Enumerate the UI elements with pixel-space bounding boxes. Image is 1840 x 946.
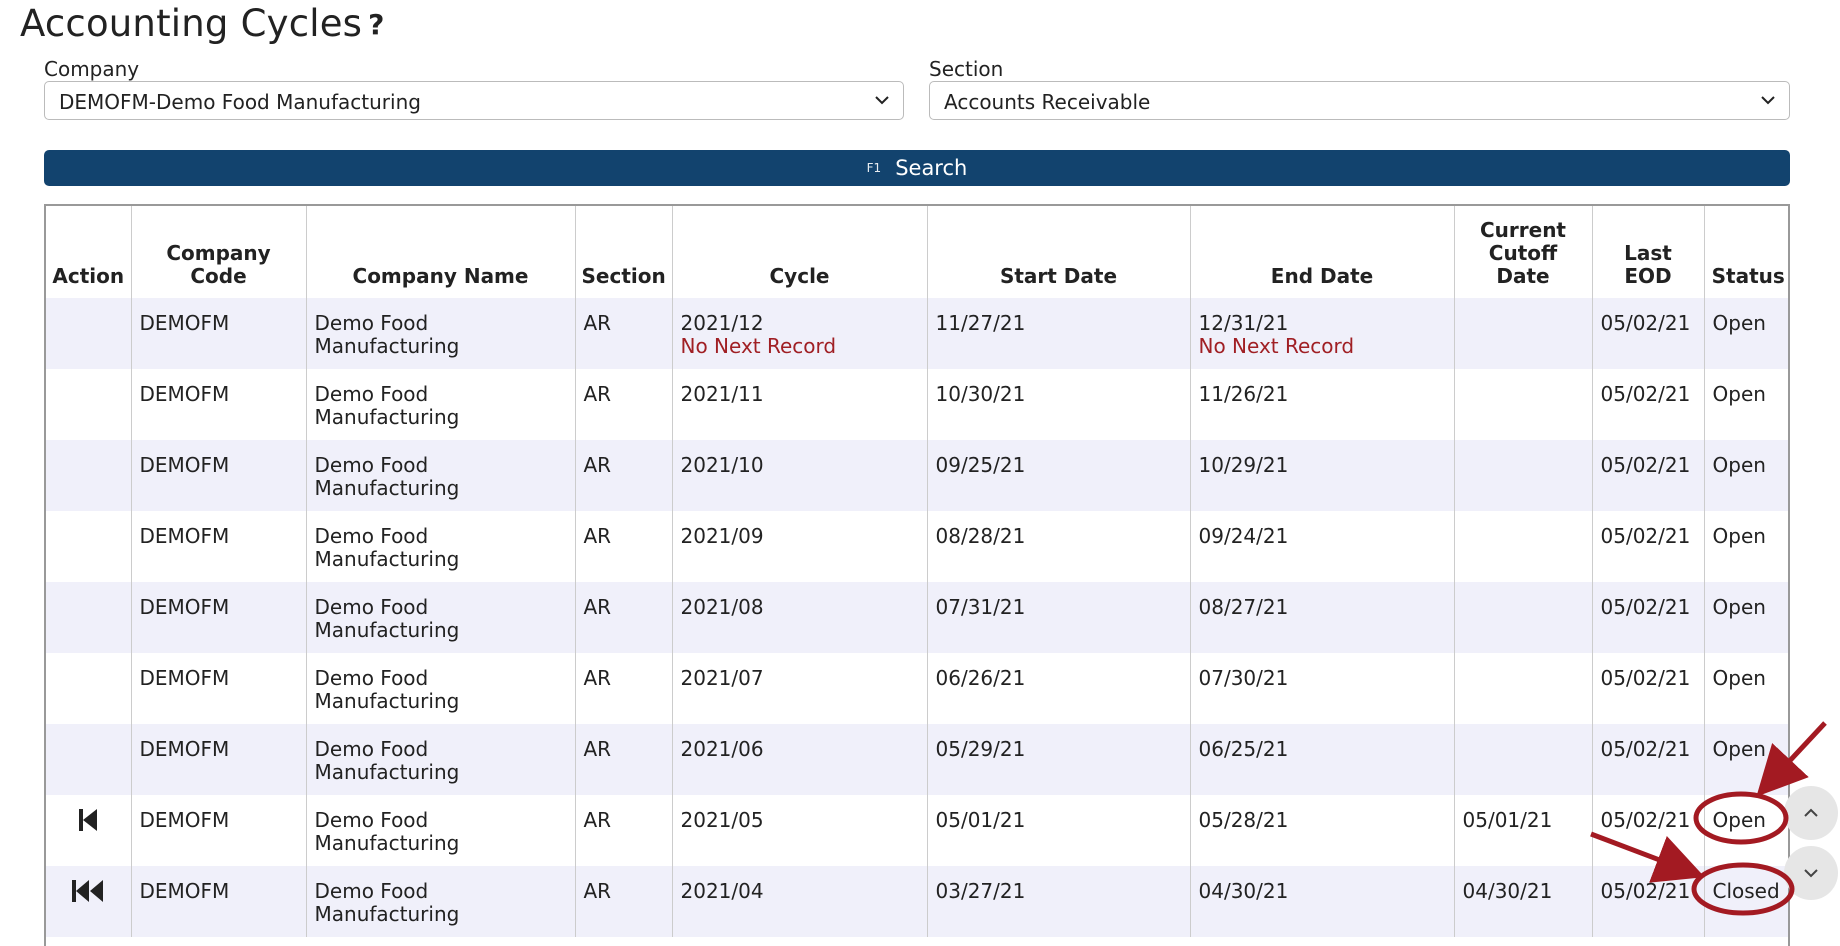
closed-status-highlight	[1691, 862, 1795, 916]
annotation-overlay	[1590, 721, 1827, 916]
open-status-highlight	[1693, 791, 1789, 845]
arrow-to-open-status	[1756, 721, 1827, 797]
arrow-to-closed-status	[1590, 831, 1705, 883]
